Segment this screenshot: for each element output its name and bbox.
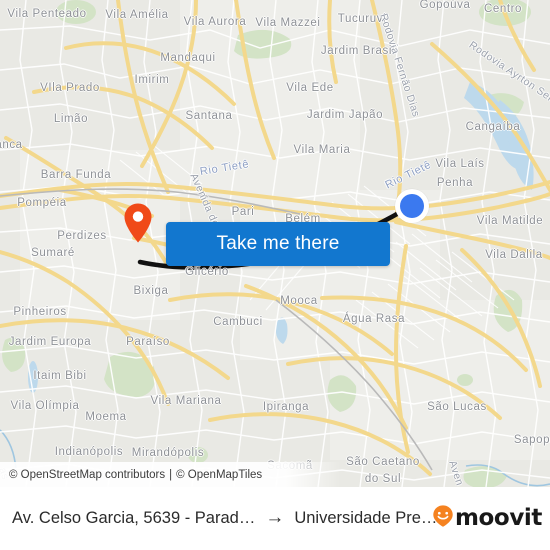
moovit-wordmark: moovit <box>454 505 542 531</box>
destination-dot[interactable] <box>395 189 429 223</box>
moovit-logo[interactable]: moovit <box>432 504 542 533</box>
route-destination-label[interactable]: Universidade Pre… <box>294 509 437 528</box>
take-me-there-button[interactable]: Take me there <box>166 222 390 266</box>
osm-attribution-link[interactable]: © OpenStreetMap contributors <box>9 469 165 481</box>
openmaptiles-attribution-link[interactable]: © OpenMapTiles <box>176 469 262 481</box>
route-summary: Av. Celso Garcia, 5639 - Parad… → Univer… <box>12 507 437 528</box>
moovit-pin-icon <box>432 504 454 533</box>
arrow-right-icon: → <box>265 507 285 528</box>
map-viewport[interactable]: Vila Penteado Vila Amélia Vila Aurora Vila … <box>0 0 550 487</box>
origin-pin[interactable] <box>123 202 153 244</box>
route-origin-label[interactable]: Av. Celso Garcia, 5639 - Parad… <box>12 509 255 528</box>
route-footer: Av. Celso Garcia, 5639 - Parad… → Univer… <box>0 487 550 550</box>
destination-dot-core <box>400 194 424 218</box>
moovit-route-preview: Vila Penteado Vila Amélia Vila Aurora Vila … <box>0 0 550 550</box>
